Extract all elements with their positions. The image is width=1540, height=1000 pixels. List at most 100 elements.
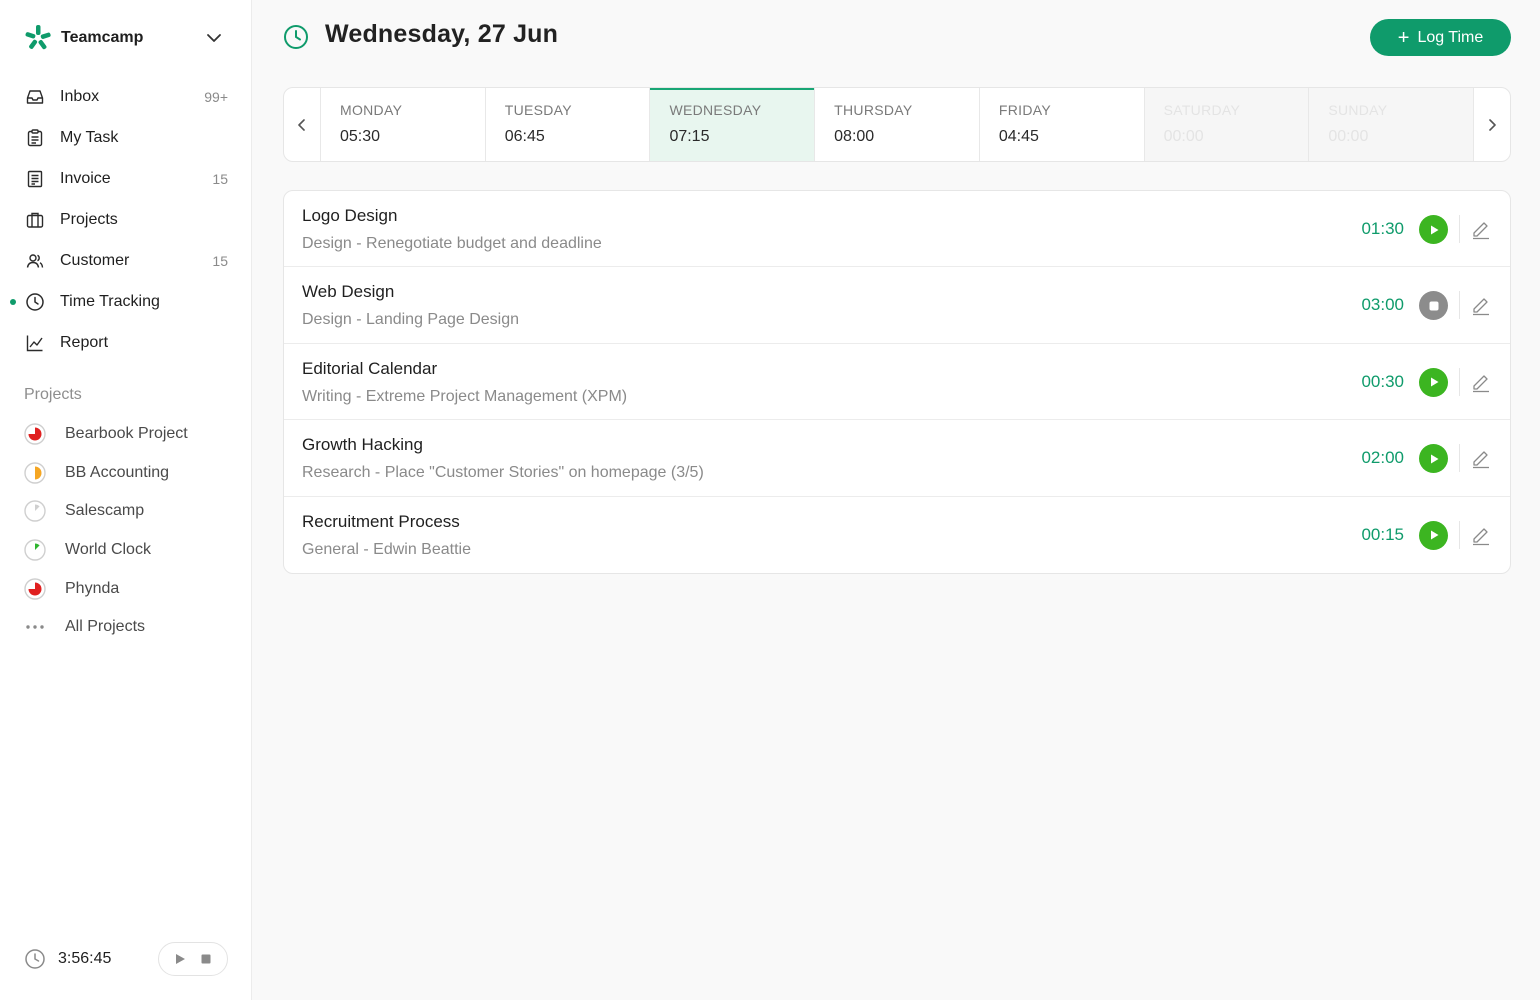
running-timer: 3:56:45 — [24, 942, 228, 976]
entry-duration: 00:30 — [1361, 371, 1404, 391]
project-label: Phynda — [65, 579, 120, 597]
week-days: MONDAY 05:30 TUESDAY 06:45 WEDNESDAY 07:… — [320, 88, 1475, 161]
users-icon — [24, 250, 46, 272]
main-nav: Inbox 99+ My Task Invoice 15 Projects Cu… — [0, 76, 252, 363]
day-total: 00:00 — [1163, 128, 1204, 145]
entry-subtitle: General - Edwin Beattie — [302, 540, 471, 558]
day-tab-friday[interactable]: FRIDAY 04:45 — [978, 88, 1144, 161]
edit-pencil-icon[interactable] — [1470, 524, 1492, 546]
nav-item-invoice[interactable]: Invoice 15 — [0, 158, 252, 199]
day-tab-thursday[interactable]: THURSDAY 08:00 — [814, 88, 979, 161]
day-total: 00:00 — [1328, 128, 1369, 145]
project-progress-pie — [24, 462, 46, 484]
nav-item-time-tracking[interactable]: Time Tracking — [0, 281, 252, 322]
nav-label: Projects — [60, 210, 118, 228]
nav-item-my-task[interactable]: My Task — [0, 117, 252, 158]
entry-duration: 03:00 — [1361, 295, 1404, 315]
day-total: 06:45 — [504, 128, 545, 145]
line-chart-icon — [24, 332, 46, 354]
project-label: BB Accounting — [65, 463, 170, 481]
edit-pencil-icon[interactable] — [1470, 218, 1492, 240]
time-entry-row: Growth Hacking Research - Place "Custome… — [284, 420, 1510, 497]
play-icon — [176, 954, 185, 964]
timer-play-button[interactable] — [170, 949, 190, 969]
project-progress-pie — [24, 423, 46, 445]
project-label: All Projects — [65, 618, 146, 636]
entry-title: Growth Hacking — [302, 435, 423, 455]
chevron-down-icon[interactable] — [204, 28, 224, 48]
divider — [1459, 367, 1460, 396]
edit-pencil-icon[interactable] — [1470, 294, 1492, 316]
week-selector: MONDAY 05:30 TUESDAY 06:45 WEDNESDAY 07:… — [283, 87, 1511, 162]
project-item[interactable]: Phynda — [0, 569, 252, 608]
day-tab-sunday[interactable]: SUNDAY 00:00 — [1308, 88, 1475, 161]
play-icon — [1430, 530, 1438, 540]
nav-item-inbox[interactable]: Inbox 99+ — [0, 76, 252, 117]
project-item[interactable]: World Clock — [0, 531, 252, 570]
nav-label: Customer — [60, 251, 130, 269]
previous-week-button[interactable] — [284, 88, 320, 161]
entry-timer-button[interactable] — [1419, 520, 1448, 550]
divider — [1459, 291, 1460, 320]
project-item[interactable]: BB Accounting — [0, 454, 252, 493]
nav-item-projects[interactable]: Projects — [0, 199, 252, 240]
day-tab-monday[interactable]: MONDAY 05:30 — [320, 88, 485, 161]
divider — [1459, 444, 1460, 473]
entry-timer-button[interactable] — [1419, 215, 1448, 244]
entry-title: Editorial Calendar — [302, 358, 438, 378]
invoice-icon — [24, 168, 46, 190]
chevron-right-icon — [1489, 118, 1496, 131]
teamcamp-logo-icon — [25, 25, 51, 50]
day-tab-wednesday[interactable]: WEDNESDAY 07:15 — [649, 88, 815, 161]
project-item[interactable]: Bearbook Project — [0, 415, 252, 454]
entry-duration: 00:15 — [1361, 524, 1404, 544]
day-name: SUNDAY — [1328, 102, 1388, 118]
edit-pencil-icon[interactable] — [1470, 371, 1492, 393]
day-name: THURSDAY — [834, 102, 913, 118]
edit-pencil-icon[interactable] — [1470, 447, 1492, 469]
nav-label: Time Tracking — [60, 292, 160, 310]
project-item[interactable]: Salescamp — [0, 492, 252, 531]
entry-timer-button[interactable] — [1419, 444, 1448, 474]
next-week-button[interactable] — [1474, 88, 1510, 161]
projects-heading: Projects — [24, 386, 82, 403]
nav-count-badge: 15 — [212, 252, 228, 269]
more-dots-icon — [26, 625, 44, 629]
log-time-button[interactable]: + Log Time — [1370, 19, 1511, 56]
nav-count-badge: 99+ — [204, 88, 228, 105]
divider — [1459, 215, 1460, 243]
time-entry-list: Logo Design Design - Renegotiate budget … — [283, 190, 1511, 574]
timer-stop-button[interactable] — [196, 949, 216, 969]
day-total: 08:00 — [834, 128, 875, 145]
clock-icon — [284, 25, 308, 49]
workspace-name: Teamcamp — [61, 29, 144, 46]
entry-duration: 01:30 — [1361, 219, 1404, 238]
clock-icon — [25, 949, 45, 969]
entry-title: Logo Design — [302, 206, 398, 225]
entry-subtitle: Design - Renegotiate budget and deadline — [302, 235, 602, 252]
active-indicator — [10, 299, 16, 305]
log-time-label: Log Time — [1417, 28, 1484, 46]
day-name: SATURDAY — [1163, 102, 1241, 118]
page-title: Wednesday, 27 Jun — [325, 20, 559, 48]
workspace-switcher[interactable]: Teamcamp — [24, 24, 228, 52]
day-total: 07:15 — [669, 128, 710, 145]
nav-item-customer[interactable]: Customer 15 — [0, 240, 252, 281]
nav-item-report[interactable]: Report — [0, 322, 252, 363]
clock-icon — [24, 291, 46, 313]
time-entry-row: Logo Design Design - Renegotiate budget … — [284, 191, 1510, 268]
day-tab-saturday[interactable]: SATURDAY 00:00 — [1143, 88, 1309, 161]
timer-controls — [158, 942, 228, 976]
nav-label: Report — [60, 333, 109, 351]
project-label: Salescamp — [65, 502, 145, 520]
entry-timer-button[interactable] — [1419, 367, 1448, 397]
day-name: FRIDAY — [998, 102, 1051, 118]
all-projects-link[interactable]: All Projects — [0, 608, 252, 647]
play-icon — [1430, 377, 1438, 387]
play-icon — [1430, 225, 1438, 234]
inbox-icon — [24, 86, 46, 108]
entry-subtitle: Writing - Extreme Project Management (XP… — [302, 387, 628, 405]
entry-timer-button[interactable] — [1419, 291, 1448, 321]
day-tab-tuesday[interactable]: TUESDAY 06:45 — [484, 88, 650, 161]
plus-icon: + — [1397, 26, 1410, 49]
